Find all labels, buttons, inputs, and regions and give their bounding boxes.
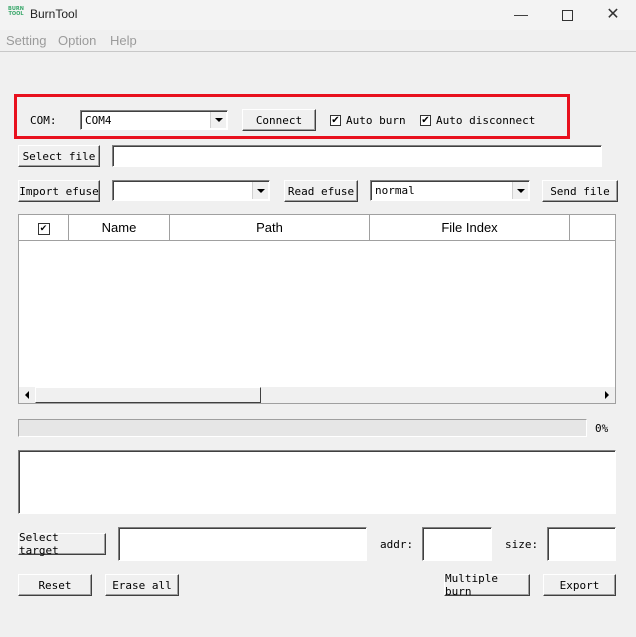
checkbox-header-icon: ✔ <box>37 222 50 235</box>
window-title: BurnTool <box>30 7 78 21</box>
maximize-button[interactable] <box>544 0 590 30</box>
menu-setting[interactable]: Setting <box>6 33 46 48</box>
chevron-down-icon <box>256 188 265 193</box>
minimize-icon: — <box>514 6 528 22</box>
column-header-file-index[interactable]: File Index <box>370 215 570 241</box>
highlight-box <box>14 94 570 139</box>
mode-select[interactable]: normal <box>370 180 530 201</box>
export-button[interactable]: Export <box>543 574 616 596</box>
reset-button[interactable]: Reset <box>18 574 92 596</box>
erase-all-button[interactable]: Erase all <box>105 574 179 596</box>
select-target-button[interactable]: Select target <box>18 531 106 557</box>
mode-value: normal <box>375 184 415 197</box>
scroll-right-button[interactable] <box>599 387 615 403</box>
maximize-icon <box>561 9 573 21</box>
addr-input[interactable] <box>422 527 492 561</box>
close-icon: ✕ <box>606 6 620 23</box>
arrow-right-icon <box>605 391 609 399</box>
column-header-path[interactable]: Path <box>170 215 370 241</box>
horizontal-scrollbar[interactable] <box>19 387 615 403</box>
import-efuse-select[interactable] <box>112 180 270 201</box>
column-header-name[interactable]: Name <box>69 215 170 241</box>
menu-divider <box>0 51 636 52</box>
mode-dropdown-arrow[interactable] <box>512 182 528 199</box>
column-header-filler <box>570 215 615 241</box>
size-input[interactable] <box>547 527 616 561</box>
send-file-button[interactable]: Send file <box>542 180 618 202</box>
menu-option[interactable]: Option <box>58 33 96 48</box>
menu-help[interactable]: Help <box>110 33 137 48</box>
menu-bar: Setting Option Help <box>0 30 636 52</box>
chevron-down-icon <box>516 188 525 193</box>
close-button[interactable]: ✕ <box>590 0 636 30</box>
progress-bar <box>18 419 587 437</box>
app-logo-icon: BURN TOOL <box>8 6 24 17</box>
import-efuse-dropdown-arrow[interactable] <box>252 182 268 199</box>
arrow-left-icon <box>25 391 29 399</box>
multiple-burn-button[interactable]: Multiple burn <box>444 572 530 598</box>
file-table[interactable]: ✔ Name Path File Index <box>18 214 616 404</box>
scrollbar-thumb[interactable] <box>35 387 261 403</box>
title-bar[interactable]: BURN TOOL BurnTool — ✕ <box>0 0 636 30</box>
scroll-left-button[interactable] <box>19 387 35 403</box>
import-efuse-button[interactable]: Import efuse <box>18 180 100 202</box>
read-efuse-button[interactable]: Read efuse <box>284 180 358 202</box>
select-all-column-header[interactable]: ✔ <box>19 215 69 241</box>
log-output[interactable] <box>18 450 616 514</box>
minimize-button[interactable]: — <box>498 0 544 30</box>
target-input[interactable] <box>118 527 367 561</box>
addr-label: addr: <box>380 538 414 551</box>
select-file-button[interactable]: Select file <box>18 145 100 167</box>
progress-percent: 0% <box>595 422 609 435</box>
size-label: size: <box>505 538 539 551</box>
file-path-input[interactable] <box>112 145 602 167</box>
